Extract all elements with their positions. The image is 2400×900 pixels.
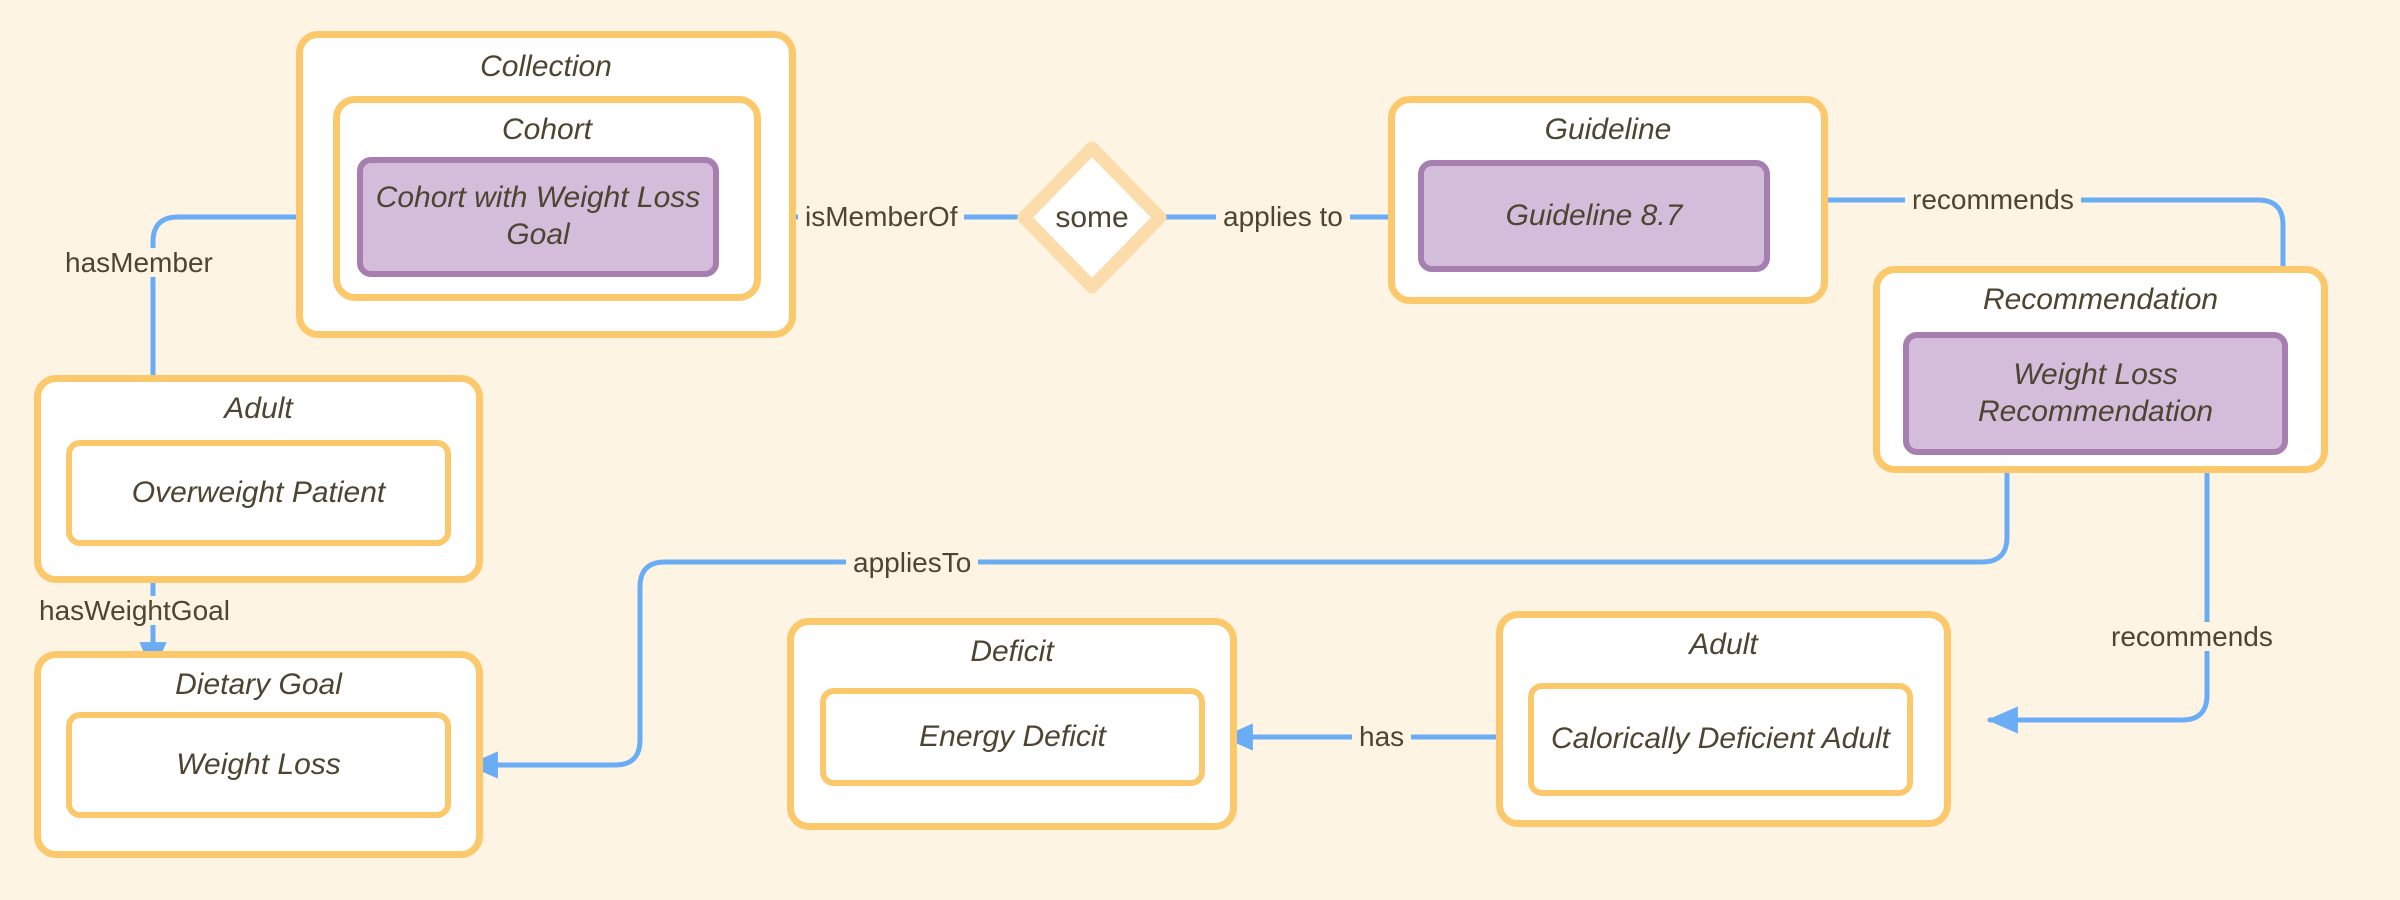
individual-guideline-87[interactable]: Guideline 8.7 bbox=[1418, 160, 1770, 272]
class-label-cohort: Cohort bbox=[501, 113, 593, 146]
class-label-dietary-goal: Dietary Goal bbox=[175, 668, 342, 701]
class-label-recommendation: Recommendation bbox=[1982, 283, 2219, 316]
edge-label-has-member: hasMember bbox=[58, 248, 220, 277]
individual-energy-deficit[interactable]: Energy Deficit bbox=[820, 688, 1205, 786]
individual-calorically-deficient-adult[interactable]: Calorically Deficient Adult bbox=[1528, 683, 1913, 796]
individual-cohort-with-weight-loss-goal[interactable]: Cohort with Weight Loss Goal bbox=[357, 157, 719, 277]
class-label-guideline: Guideline bbox=[1544, 113, 1672, 146]
edge-label-has-weight-goal: hasWeightGoal bbox=[32, 596, 237, 625]
edge-label-applies-to-recommendation: appliesTo bbox=[846, 548, 979, 577]
diagram-canvas: isMemberOf applies to hasMember hasWeigh… bbox=[0, 0, 2400, 900]
individual-weight-loss-recommendation[interactable]: Weight Loss Recommendation bbox=[1903, 332, 2288, 455]
individual-weight-loss[interactable]: Weight Loss bbox=[66, 712, 451, 818]
edge-label-is-member-of: isMemberOf bbox=[798, 202, 965, 231]
restriction-node-some[interactable]: some bbox=[1016, 140, 1168, 295]
edge-recommends-bottom bbox=[1986, 452, 2210, 734]
class-label-adult-top: Adult bbox=[224, 392, 293, 425]
edge-label-has-deficit: has bbox=[1352, 722, 1412, 751]
class-label-deficit: Deficit bbox=[970, 635, 1054, 668]
class-label-adult-bottom: Adult bbox=[1689, 628, 1758, 661]
edge-label-recommends-bottom: recommends bbox=[2104, 622, 2280, 651]
edge-label-recommends-top: recommends bbox=[1905, 185, 2081, 214]
individual-overweight-patient[interactable]: Overweight Patient bbox=[66, 440, 451, 546]
restriction-label-some: some bbox=[1055, 200, 1129, 234]
edge-label-applies-to-guideline: applies to bbox=[1216, 202, 1350, 231]
class-label-collection: Collection bbox=[480, 50, 612, 83]
